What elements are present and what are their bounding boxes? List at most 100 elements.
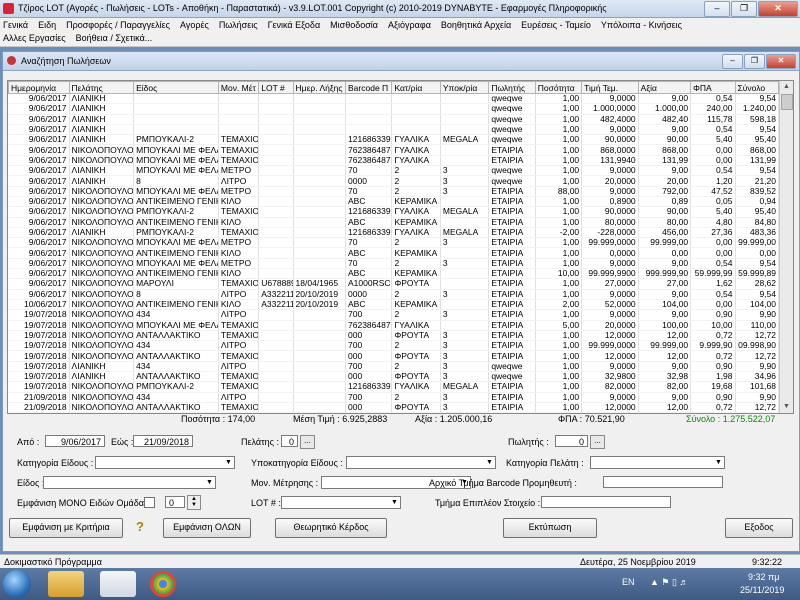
table-row[interactable]: 9/06/2017ΝΙΚΟΛΟΠΟΥΛΟΣΜΠΟΥΚΑΛΙ ΜΕ ΦΕΛΛΟΜΕ…: [8, 186, 780, 197]
column-header[interactable]: Υποκ/ρία: [439, 81, 490, 94]
close-icon[interactable]: ✕: [758, 1, 798, 17]
table-row[interactable]: 9/06/2017ΝΙΚΟΛΟΠΟΥΛΟΣΜΠΟΥΚΑΛΙ ΜΕ ΦΕΛΛΟΜΕ…: [8, 237, 780, 249]
column-header[interactable]: Είδος: [133, 81, 219, 94]
table-row[interactable]: 9/06/2017 ΝΙΚΟΛΟΠΟΥΛΟΣ ΡΜΠΟΥΚΑΛΙ-2 ΤΕΜΑΧΙΟ 1…: [8, 206, 780, 218]
theoretical-profit-button[interactable]: Θεωρητικό Κέρδος: [275, 518, 387, 538]
group-input[interactable]: 0: [165, 496, 185, 508]
table-row[interactable]: 21/09/2018 ΝΙΚΟΛΟΠΟΥΛΟΣ ΑΝΤΑΛΛΑΚΤΙΚΟ ΤΕΜΑΧΙ…: [8, 402, 780, 413]
sales-grid[interactable]: Ημερομηνία Πελάτης Είδος Μον. Μέτ LOT # Ημερ.…: [7, 80, 794, 414]
from-date-input[interactable]: 9/06/2017: [45, 435, 105, 447]
table-row[interactable]: 19/07/2018 ΝΙΚΟΛΟΠΟΥΛΟΣ ΑΝΤΑΛΛΑΚΤΙΚΟ ΤΕΜΑΧΙ…: [8, 350, 780, 362]
table-row[interactable]: 9/06/2017ΝΙΚΟΛΟΠΟΥΛΟΣΑΝΤΙΚΕΙΜΕΝΟ ΓΕΝΙΚΗΣ…: [8, 247, 780, 259]
media-player-icon[interactable]: [100, 571, 136, 597]
print-button[interactable]: Εκτύπωση: [503, 518, 597, 538]
start-button[interactable]: [3, 570, 31, 598]
customer-lookup-button[interactable]: ...: [300, 435, 315, 449]
table-row[interactable]: 19/07/2018 ΝΙΚΟΛΟΠΟΥΛΟΣ ΑΝΤΑΛΛΑΚΤΙΚΟ ΤΕΜΑΧΙ…: [8, 330, 780, 342]
show-criteria-button[interactable]: Εμφάνιση με Κριτήρια: [9, 518, 123, 538]
table-row[interactable]: 9/06/2017 ΛΙΑΝΙΚΗ qweqwe 1,00 1.000,0000 1.00…: [8, 103, 780, 115]
table-row[interactable]: 9/06/2017ΝΙΚΟΛΟΠΟΥΛΟΣ8ΛΙΤΡΟA332211920/10…: [8, 289, 780, 300]
menu-item[interactable]: Αλλες Εργασίες: [3, 33, 66, 43]
menu-item[interactable]: Μισθοδοσία: [330, 20, 378, 30]
column-header[interactable]: Σύνολο: [734, 81, 780, 94]
menu-item[interactable]: Βοήθεια / Σχετικά...: [76, 33, 153, 43]
tray-icons[interactable]: ▲ ⚑ ▯ ♬: [650, 577, 688, 588]
menu-item[interactable]: Προσφορές / Παραγγελίες: [66, 20, 170, 30]
extra-field-input[interactable]: [541, 496, 671, 508]
table-row[interactable]: 9/06/2017ΝΙΚΟΛΟΠΟΥΛΟΣΑΝΤΙΚΕΙΜΕΝΟ ΓΕΝΙΚΗΣ…: [8, 196, 780, 208]
table-row[interactable]: 9/06/2017 ΝΙΚΟΛΟΠΟΥΛΟΣ ΜΑΡΟΥΛΙ ΤΕΜΑΧΙΟ U6788…: [8, 278, 780, 290]
clock-time[interactable]: 9:32 πμ: [748, 572, 779, 582]
exit-button[interactable]: Εξοδος: [725, 518, 793, 538]
maximize-icon[interactable]: ❐: [731, 1, 757, 17]
lot-select[interactable]: ▼: [281, 496, 401, 509]
column-header[interactable]: Barcode Π: [345, 81, 393, 94]
menu-item[interactable]: Αξιόγραφα: [388, 20, 431, 30]
menu-item[interactable]: Ευρέσεις - Ταμείο: [521, 20, 591, 30]
vertical-scrollbar[interactable]: ▲ ▼: [779, 81, 793, 413]
column-header[interactable]: Τιμή Τεμ.: [581, 81, 639, 94]
customer-input[interactable]: 0: [281, 435, 298, 447]
table-row[interactable]: 10/06/2017ΝΙΚΟΛΟΠΟΥΛΟΣΑΝΤΙΚΕΙΜΕΝΟ ΓΕΝΙΚΗ…: [8, 299, 780, 311]
table-row[interactable]: 19/07/2018 ΝΙΚΟΛΟΠΟΥΛΟΣ ΡΜΠΟΥΚΑΛΙ-2 ΤΕΜΑΧΙΟ…: [8, 381, 780, 393]
child-minimize-icon[interactable]: –: [722, 54, 743, 69]
table-row[interactable]: 9/06/2017ΝΙΚΟΛΟΠΟΥΛΟΣΜΠΟΥΚΑΛΙ ΜΕ ΦΕΛΛΟΤΕ…: [8, 155, 780, 167]
menu-item[interactable]: Γενικά Εξοδα: [268, 20, 321, 30]
table-row[interactable]: 9/06/2017ΝΙΚΟΛΟΠΟΥΛΟΣΜΠΟΥΚΑΛΙ ΜΕ ΦΕΛΛΟΤΕ…: [8, 144, 780, 156]
customer-category-select[interactable]: ▼: [590, 456, 725, 469]
table-row[interactable]: 9/06/2017 ΛΙΑΝΙΚΗ ΡΜΠΟΥΚΑΛΙ-2 ΤΕΜΑΧΙΟ 121686…: [8, 227, 780, 239]
table-row[interactable]: 19/07/2018 ΛΙΑΝΙΚΗ ΑΝΤΑΛΛΑΚΤΙΚΟ ΤΕΜΑΧΙΟ 000 Φ…: [8, 371, 780, 383]
menu-item[interactable]: Υπόλοιπα - Κινήσεις: [601, 20, 682, 30]
item-select[interactable]: ▼: [43, 476, 216, 489]
table-row[interactable]: 9/06/2017ΛΙΑΝΙΚΗΜΠΟΥΚΑΛΙ ΜΕ ΦΕΛΛΟΜΕΤΡΟ 70…: [8, 165, 780, 177]
table-row[interactable]: 9/06/2017 ΛΙΑΝΙΚΗ qweqwe 1,00 482,4000 482,40…: [8, 114, 780, 125]
column-header[interactable]: Ημερομηνία: [8, 81, 70, 94]
table-row[interactable]: 9/06/2017ΝΙΚΟΛΟΠΟΥΛΟΣΑΝΤΙΚΕΙΜΕΝΟ ΓΕΝΙΚΗΣ…: [8, 268, 780, 280]
show-all-button[interactable]: Εμφάνιση ΟΛΩΝ: [163, 518, 251, 538]
table-row[interactable]: 9/06/2017ΝΙΚΟΛΟΠΟΥΛΟΣΑΝΤΙΚΕΙΜΕΝΟ ΓΕΝΙΚΗΣ…: [8, 217, 780, 228]
table-row[interactable]: 19/07/2018ΝΙΚΟΛΟΠΟΥΛΟΣΜΠΟΥΚΑΛΙ ΜΕ ΦΕΛΛΟΤ…: [8, 320, 780, 331]
column-header[interactable]: Πελάτης: [68, 81, 135, 94]
item-subcategory-select[interactable]: ▼: [346, 456, 496, 469]
column-header[interactable]: Ποσότητα: [534, 81, 583, 94]
table-row[interactable]: 9/06/2017 ΛΙΑΝΙΚΗ qweqwe 1,00 9,0000 9,00 0,54…: [8, 124, 780, 136]
table-row[interactable]: 19/07/2018 ΝΙΚΟΛΟΠΟΥΛΟΣ 434 ΛΙΤΡΟ 700 2 3 ΕΤΑΙΡ…: [8, 309, 780, 321]
column-header[interactable]: ΦΠΑ: [690, 81, 736, 94]
table-row[interactable]: 9/06/2017 ΛΙΑΝΙΚΗ ΡΜΠΟΥΚΑΛΙ-2 ΤΕΜΑΧΙΟ 121686…: [8, 134, 780, 146]
column-header[interactable]: Κατ/ρία: [391, 81, 441, 94]
seller-lookup-button[interactable]: ...: [590, 435, 605, 449]
barcode-part-input[interactable]: [603, 476, 723, 488]
scroll-up-icon[interactable]: ▲: [780, 81, 793, 93]
scroll-down-icon[interactable]: ▼: [780, 401, 793, 413]
file-explorer-icon[interactable]: [48, 571, 84, 597]
menu-item[interactable]: Γενικά: [3, 20, 28, 30]
clock-date[interactable]: 25/11/2019: [740, 585, 784, 595]
group-only-checkbox[interactable]: [144, 497, 155, 508]
column-header[interactable]: Ημερ. Λήξης: [292, 81, 347, 94]
table-row[interactable]: 19/07/2018 ΝΙΚΟΛΟΠΟΥΛΟΣ 434 ΛΙΤΡΟ 700 2 3 ΕΤΑΙΡ…: [8, 340, 780, 352]
table-row[interactable]: 21/09/2018 ΝΙΚΟΛΟΠΟΥΛΟΣ 434 ΛΙΤΡΟ 700 2 3 ΕΤΑΙΡ…: [8, 392, 780, 403]
help-button[interactable]: ?: [131, 518, 149, 536]
child-restore-icon[interactable]: ❐: [744, 54, 765, 69]
menu-item[interactable]: Αγορές: [180, 20, 209, 30]
item-category-select[interactable]: ▼: [95, 456, 235, 469]
chrome-icon[interactable]: [150, 571, 176, 597]
child-close-icon[interactable]: ✕: [766, 54, 796, 69]
column-header[interactable]: Μον. Μέτ: [217, 81, 260, 94]
column-header[interactable]: Πωλητής: [488, 81, 536, 94]
language-indicator[interactable]: EN: [622, 577, 635, 587]
scroll-thumb[interactable]: [781, 94, 793, 110]
column-header[interactable]: LOT #: [258, 81, 294, 94]
menu-item[interactable]: Πωλήσεις: [219, 20, 258, 30]
menu-item[interactable]: Βοηθητικά Αρχεία: [441, 20, 511, 30]
table-row[interactable]: 9/06/2017 ΛΙΑΝΙΚΗ qweqwe 1,00 9,0000 9,00 0,54…: [8, 93, 780, 105]
menu-item[interactable]: Ειδη: [38, 20, 56, 30]
table-row[interactable]: 9/06/2017 ΛΙΑΝΙΚΗ 8 ΛΙΤΡΟ 0000 2 3 qweqwe 1,00 20…: [8, 175, 780, 187]
table-row[interactable]: 9/06/2017ΝΙΚΟΛΟΠΟΥΛΟΣΜΠΟΥΚΑΛΙ ΜΕ ΦΕΛΛΟΜΕ…: [8, 258, 780, 270]
seller-input[interactable]: 0: [555, 435, 588, 447]
column-header[interactable]: Αξία: [637, 81, 692, 94]
table-row[interactable]: 19/07/2018 ΛΙΑΝΙΚΗ 434 ΛΙΤΡΟ 700 2 3 qweqwe 1,00…: [8, 361, 780, 373]
to-date-input[interactable]: 21/09/2018: [133, 435, 193, 447]
group-spinner[interactable]: ▲ ▼: [187, 495, 201, 510]
minimize-icon[interactable]: –: [704, 1, 730, 17]
